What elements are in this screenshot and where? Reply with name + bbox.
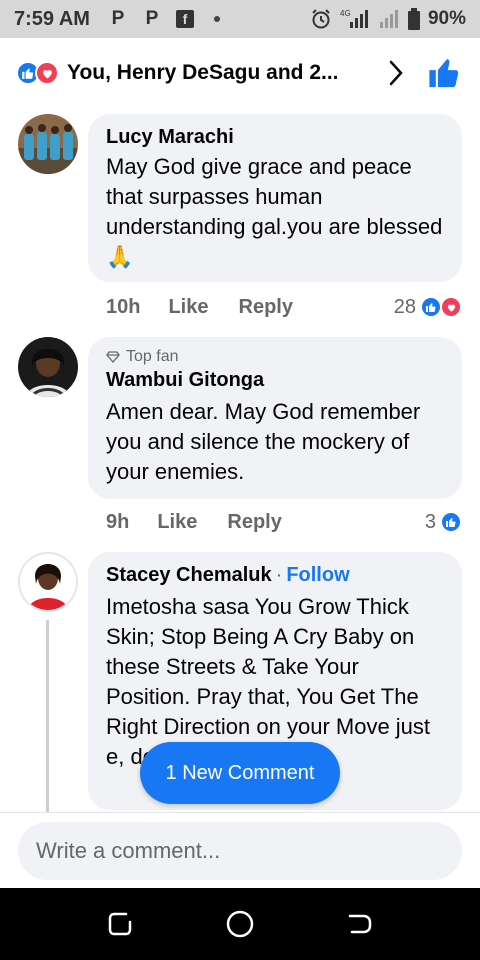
comment-author[interactable]: Lucy Marachi <box>106 124 444 150</box>
comment-text: Amen dear. May God remember you and sile… <box>106 399 421 484</box>
reply-button[interactable]: Reply <box>239 296 293 319</box>
like-post-button[interactable] <box>426 54 464 92</box>
comment-author[interactable]: Wambui Gitonga <box>106 367 444 393</box>
comment-item: Top fan Wambui Gitonga Amen dear. May Go… <box>18 337 462 543</box>
signal-icon: 4G <box>340 9 368 28</box>
avatar[interactable] <box>18 552 78 612</box>
top-fan-label: Top fan <box>126 348 179 365</box>
comment-time[interactable]: 10h <box>106 296 140 319</box>
diamond-icon <box>106 351 120 363</box>
love-reaction-icon <box>35 61 59 85</box>
network-label: 4G <box>340 9 351 18</box>
signal-icon <box>379 10 398 28</box>
follow-button[interactable]: Follow <box>286 564 349 586</box>
like-reaction-icon <box>440 511 462 533</box>
comment-author[interactable]: Stacey Chemaluk <box>106 564 272 586</box>
dot-icon <box>213 16 220 22</box>
comment-input[interactable] <box>18 822 462 880</box>
comment-time[interactable]: 9h <box>106 511 129 534</box>
comment-bubble[interactable]: Top fan Wambui Gitonga Amen dear. May Go… <box>88 337 462 499</box>
like-button[interactable]: Like <box>168 296 208 319</box>
comments-list[interactable]: Lucy Marachi May God give grace and peac… <box>0 108 480 812</box>
comment-actions: 9h Like Reply 3 <box>106 507 462 537</box>
p-icon: P <box>145 8 159 29</box>
system-nav-bar <box>0 888 480 960</box>
battery-level: 90% <box>427 8 466 29</box>
recent-apps-button[interactable] <box>96 900 144 948</box>
reaction-count-value: 28 <box>393 295 416 318</box>
separator-dot: · <box>275 564 283 586</box>
reactions-header[interactable]: You, Henry DeSagu and 2... <box>0 38 480 108</box>
top-fan-badge: Top fan <box>106 347 444 367</box>
comment-actions: 10h Like Reply 28 <box>106 292 462 322</box>
like-reaction-icon <box>420 296 442 318</box>
chevron-right-icon[interactable] <box>378 55 414 91</box>
battery-icon <box>407 8 420 30</box>
reaction-count[interactable]: 3 <box>425 511 462 534</box>
reaction-count-value: 3 <box>424 510 436 533</box>
reply-button[interactable]: Reply <box>227 511 281 534</box>
like-button[interactable]: Like <box>157 511 197 534</box>
avatar[interactable] <box>18 337 78 397</box>
home-button[interactable] <box>216 900 264 948</box>
thumbs-up-icon <box>429 59 459 88</box>
reaction-count[interactable]: 28 <box>394 296 462 319</box>
back-button[interactable] <box>336 900 384 948</box>
recent-apps-icon <box>108 912 132 936</box>
alarm-icon <box>312 9 330 29</box>
back-icon <box>348 914 372 934</box>
status-time: 7:59 AM <box>14 7 90 30</box>
reactors-title[interactable]: You, Henry DeSagu and 2... <box>67 61 378 85</box>
comment-item: Lucy Marachi May God give grace and peac… <box>18 114 462 324</box>
status-bar: 7:59 AM P P f 4G 90% <box>0 0 480 38</box>
comment-text: May God give grace and peace that surpas… <box>106 154 443 269</box>
comment-bubble[interactable]: Lucy Marachi May God give grace and peac… <box>88 114 462 282</box>
reaction-icons <box>16 61 59 85</box>
new-comment-button[interactable]: 1 New Comment <box>140 742 340 804</box>
home-icon <box>226 910 254 938</box>
comment-author-row: Stacey Chemaluk · Follow <box>106 562 444 588</box>
composer-bar <box>0 812 480 888</box>
avatar[interactable] <box>18 114 78 174</box>
facebook-icon: f <box>175 10 194 28</box>
love-reaction-icon <box>440 296 462 318</box>
p-icon: P <box>111 8 125 29</box>
